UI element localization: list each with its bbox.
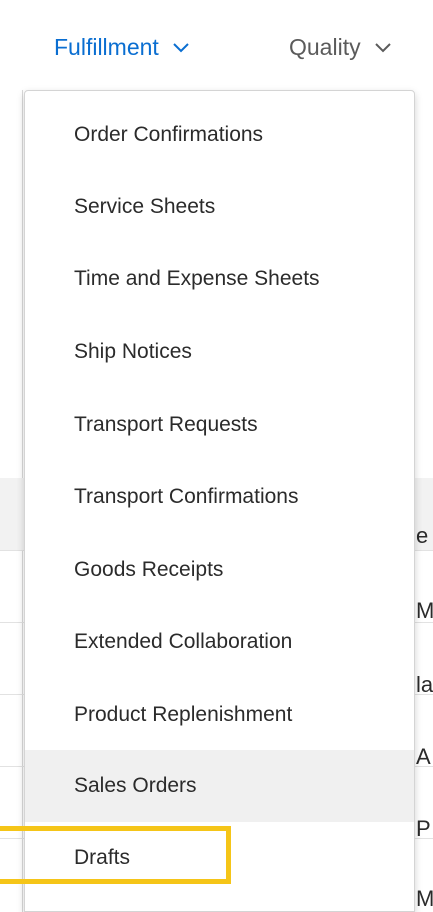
menu-item-time-and-expense-sheets[interactable]: Time and Expense Sheets bbox=[25, 243, 414, 315]
top-navigation: Fulfillment Quality bbox=[0, 0, 433, 90]
background-text-fragment: A bbox=[416, 744, 431, 769]
menu-item-order-confirmations[interactable]: Order Confirmations bbox=[25, 99, 414, 171]
menu-item-label: Order Confirmations bbox=[74, 123, 264, 146]
tab-quality-label: Quality bbox=[289, 33, 361, 60]
tab-quality[interactable]: Quality bbox=[289, 30, 391, 64]
chevron-down-icon bbox=[173, 41, 189, 53]
menu-item-product-replenishment[interactable]: Product Replenishment bbox=[25, 679, 414, 751]
background-text-fragment: P bbox=[416, 816, 431, 841]
menu-item-drafts[interactable]: Drafts bbox=[25, 822, 414, 894]
menu-item-extended-collaboration[interactable]: Extended Collaboration bbox=[25, 606, 414, 678]
menu-item-label: Drafts bbox=[74, 846, 131, 869]
menu-item-label: Time and Expense Sheets bbox=[74, 267, 320, 290]
fulfillment-dropdown-menu: Order Confirmations Service Sheets Time … bbox=[24, 90, 415, 912]
menu-item-label: Goods Receipts bbox=[74, 558, 224, 581]
menu-item-ship-notices[interactable]: Ship Notices bbox=[25, 316, 414, 388]
menu-item-label: Transport Confirmations bbox=[74, 485, 299, 508]
menu-item-transport-requests[interactable]: Transport Requests bbox=[25, 389, 414, 461]
menu-item-sales-orders[interactable]: Sales Orders bbox=[25, 750, 414, 822]
menu-item-label: Product Replenishment bbox=[74, 703, 293, 726]
tab-fulfillment[interactable]: Fulfillment bbox=[54, 30, 189, 64]
menu-item-goods-receipts[interactable]: Goods Receipts bbox=[25, 534, 414, 606]
chevron-down-icon bbox=[374, 41, 391, 53]
app-frame: e M la A P M Fulfillment Quality Order C… bbox=[0, 0, 433, 912]
background-text-fragment: M bbox=[416, 598, 433, 623]
menu-item-label: Sales Orders bbox=[74, 774, 197, 797]
menu-item-label: Transport Requests bbox=[74, 413, 258, 436]
menu-item-label: Extended Collaboration bbox=[74, 630, 293, 653]
background-text-fragment: e bbox=[416, 523, 429, 548]
menu-item-label: Ship Notices bbox=[74, 340, 192, 363]
tab-fulfillment-label: Fulfillment bbox=[54, 33, 159, 60]
background-text-fragment: la bbox=[416, 672, 433, 697]
background-text-fragment: M bbox=[416, 886, 433, 911]
menu-item-transport-confirmations[interactable]: Transport Confirmations bbox=[25, 461, 414, 533]
menu-item-label: Service Sheets bbox=[74, 195, 216, 218]
menu-item-service-sheets[interactable]: Service Sheets bbox=[25, 171, 414, 243]
